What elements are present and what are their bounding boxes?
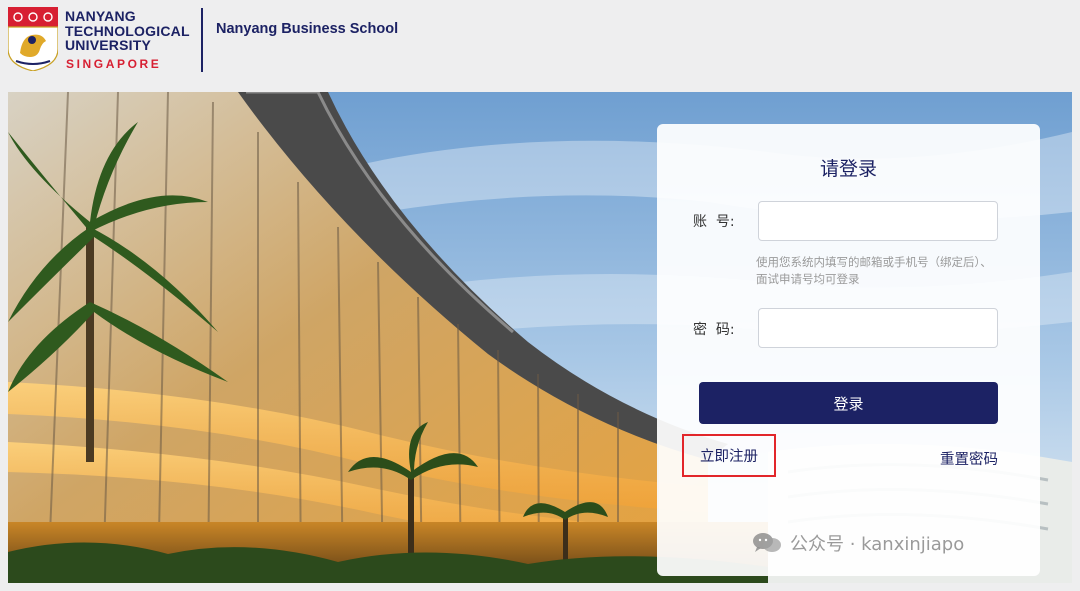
ntu-crest-logo (8, 7, 58, 71)
school-name: Nanyang Business School (216, 21, 399, 37)
site-header: NANYANG TECHNOLOGICAL UNIVERSITY SINGAPO… (0, 0, 1080, 92)
account-hint: 使用您系统内填写的邮箱或手机号（绑定后）、面试申请号均可登录 (756, 255, 992, 286)
login-button[interactable]: 登录 (699, 382, 998, 424)
account-label: 账 号: (693, 214, 735, 230)
login-title: 请登录 (819, 158, 877, 180)
password-label: 密 码: (693, 322, 735, 338)
header-divider (201, 8, 203, 72)
university-country: SINGAPORE (66, 57, 162, 71)
wechat-icon (753, 533, 781, 552)
university-name-line: NANYANG (65, 8, 136, 24)
register-link-label: 立即注册 (700, 449, 758, 465)
register-link[interactable]: 立即注册 (682, 434, 776, 477)
university-name-line: UNIVERSITY (65, 37, 152, 53)
password-input[interactable] (758, 308, 998, 348)
university-name-line: TECHNOLOGICAL (65, 22, 190, 39)
university-name: NANYANG TECHNOLOGICAL UNIVERSITY (65, 9, 190, 53)
account-input[interactable] (758, 201, 998, 241)
wechat-watermark: 公众号 · kanxinjiapo (752, 529, 964, 557)
login-panel: 请登录 账 号: 使用您系统内填写的邮箱或手机号（绑定后）、面试申请号均可登录 … (657, 124, 1040, 576)
reset-password-link[interactable]: 重置密码 (940, 448, 998, 469)
watermark-text: 公众号 · kanxinjiapo (790, 534, 965, 555)
